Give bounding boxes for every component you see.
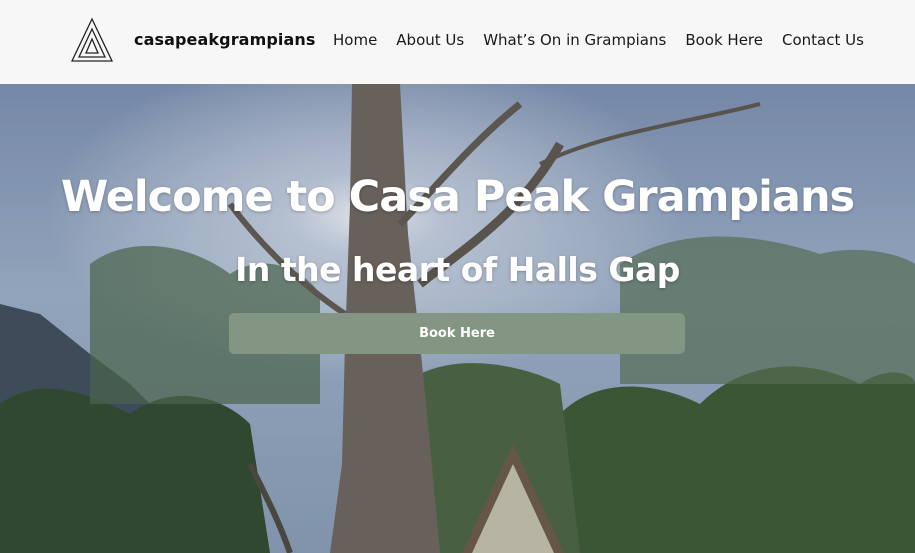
nav-home[interactable]: Home: [333, 30, 377, 50]
nav-book-here[interactable]: Book Here: [685, 30, 763, 50]
hero-title: Welcome to Casa Peak Grampians: [60, 172, 855, 222]
triangle-spiral-logo-icon[interactable]: [70, 17, 114, 63]
main-nav: Home About Us What’s On in Grampians Boo…: [333, 30, 864, 50]
site-header: casapeakgrampians Home About Us What’s O…: [0, 0, 915, 84]
nav-about-us[interactable]: About Us: [396, 30, 464, 50]
nav-contact-us[interactable]: Contact Us: [782, 30, 864, 50]
book-here-button[interactable]: Book Here: [229, 313, 685, 354]
site-name[interactable]: casapeakgrampians: [134, 30, 316, 49]
nav-whats-on[interactable]: What’s On in Grampians: [483, 30, 666, 50]
hero-subtitle: In the heart of Halls Gap: [235, 250, 680, 289]
hero-section: Welcome to Casa Peak Grampians In the he…: [0, 84, 915, 553]
